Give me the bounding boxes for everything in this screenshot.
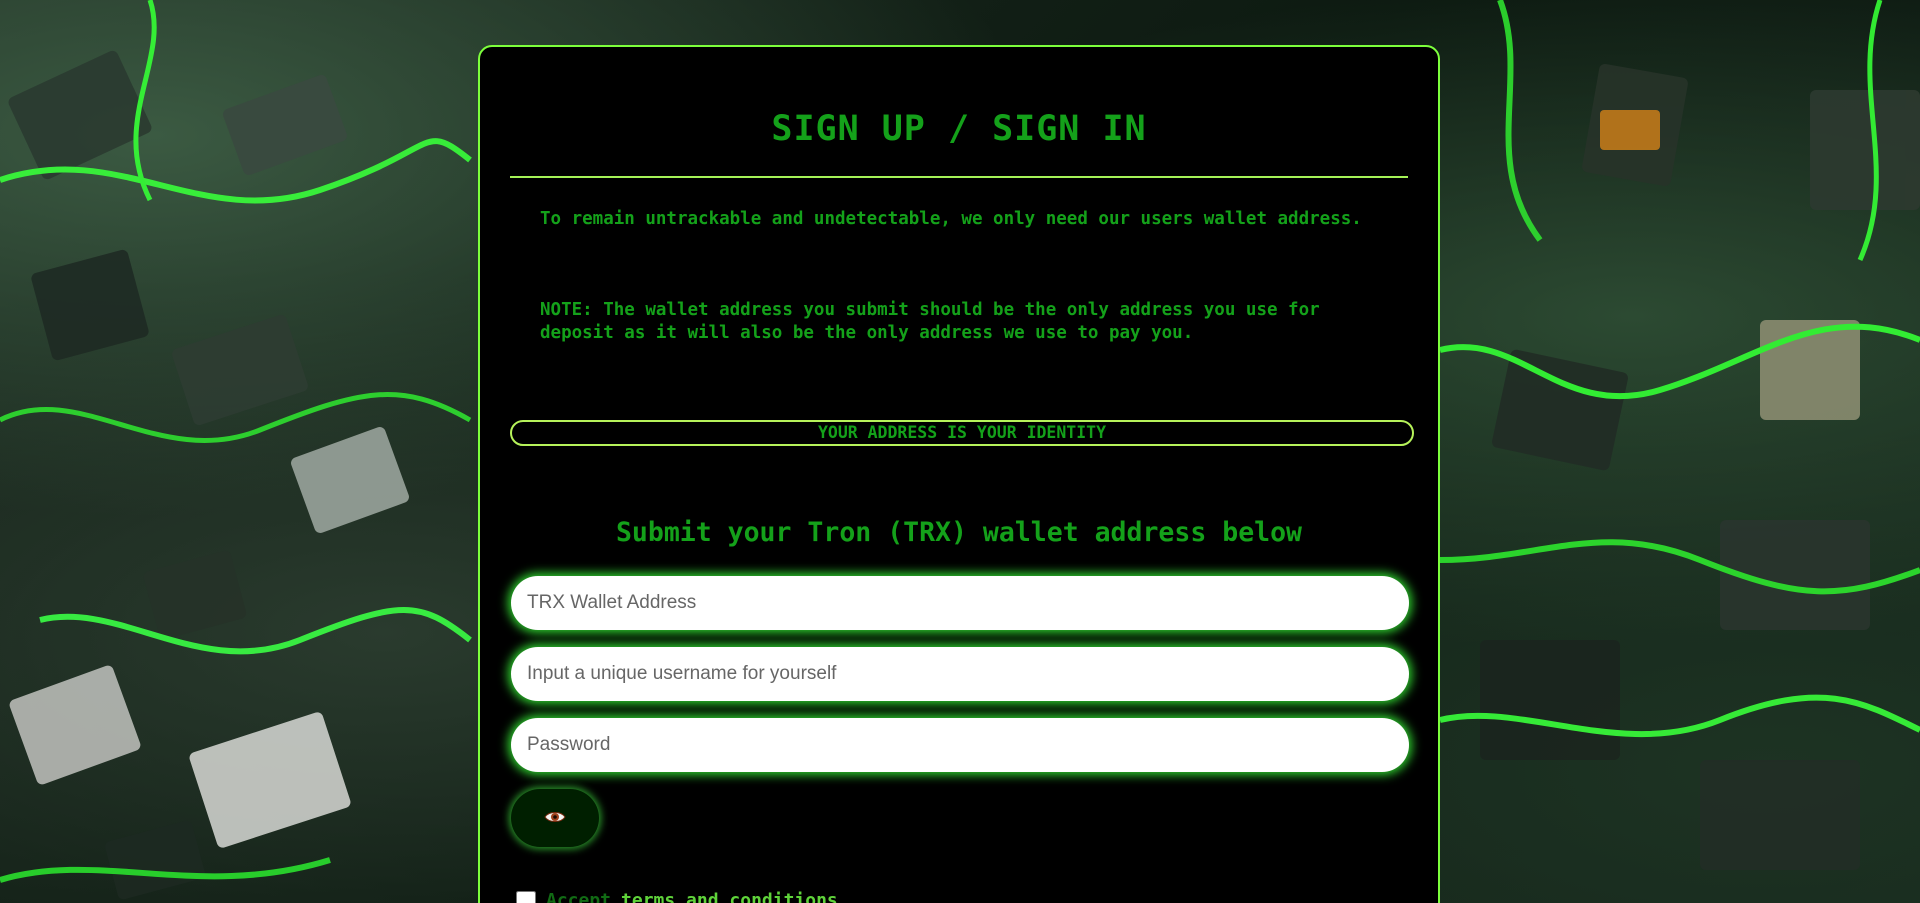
toggle-password-button[interactable]: [511, 789, 599, 847]
wallet-address-input[interactable]: [511, 576, 1409, 630]
intro-text: To remain untrackable and undetectable, …: [540, 209, 1362, 229]
signup-card: SIGN UP / SIGN IN To remain untrackable …: [478, 45, 1440, 903]
password-input[interactable]: [511, 718, 1409, 772]
terms-row: Accept terms and conditions: [516, 890, 838, 903]
form-subheading: Submit your Tron (TRX) wallet address be…: [615, 517, 1303, 548]
identity-banner: YOUR ADDRESS IS YOUR IDENTITY: [510, 420, 1414, 446]
title-divider: [510, 176, 1408, 178]
note-text: NOTE: The wallet address you submit shou…: [540, 300, 1320, 343]
terms-link[interactable]: terms and conditions: [621, 890, 838, 903]
username-input[interactable]: [511, 647, 1409, 701]
terms-accept-label: Accept: [546, 890, 612, 903]
terms-checkbox[interactable]: [516, 890, 536, 903]
page-title: SIGN UP / SIGN IN: [771, 109, 1147, 149]
eye-icon: [544, 809, 566, 828]
